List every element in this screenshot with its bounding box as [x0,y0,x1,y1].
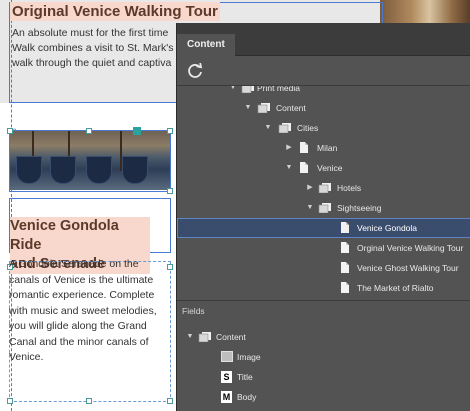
tree-row[interactable]: ▶ Milan [177,138,470,158]
resize-handle[interactable] [7,128,13,134]
content-tree[interactable]: ▼ Print media ▼ Content ▼ Cities ▶ Milan… [177,86,470,299]
tree-row[interactable]: ▼ Venice [177,158,470,178]
image-field-icon [221,351,233,362]
tree-item-label: Cities [297,123,319,133]
resize-handle[interactable] [167,128,173,134]
tree-item-label: Sightseeing [337,203,382,213]
field-label: Content [216,332,246,342]
tree-item-label: Print media [257,86,300,93]
body-text-line: A Gondola Serenade on the [9,258,139,270]
tree-row[interactable]: ▼ Cities [177,118,470,138]
document-icon [341,262,349,273]
field-row[interactable]: ▼ Content [177,327,470,347]
fields-header: Fields [177,300,470,320]
body-text-line: with music and sweet melodies, [9,304,157,317]
body-text-line: romantic experience. Complete [9,289,155,301]
tree-row[interactable]: ▼ Print media [177,86,470,98]
tour-text-line: An absolute must for the first time [12,27,169,39]
expand-triangle-icon[interactable]: ▼ [263,118,273,138]
tree-row[interactable]: Venice Ghost Walking Tour [177,258,470,278]
body-text-line: Venice. [9,351,44,363]
image-frame-outline[interactable] [9,130,171,192]
tree-item-label: Milan [317,143,338,153]
tree-item-label: Venice Ghost Walking Tour [357,263,459,273]
panel-tab-bar: Content [177,23,470,56]
tree-item-label: The Market of Rialto [357,283,434,293]
tree-item-label: Venice Gondola [357,223,418,233]
document-icon [341,282,349,293]
tree-row[interactable]: ▼ Content [177,98,470,118]
folder-icon [278,123,291,133]
expand-triangle-icon[interactable]: ▼ [228,86,238,98]
field-label: Body [237,392,257,402]
tree-row[interactable]: Orginal Venice Walking Tour [177,238,470,258]
document-icon [341,222,349,233]
resize-handle[interactable] [7,398,13,404]
field-row[interactable]: Image [177,347,470,367]
folder-icon [198,332,211,342]
collapse-triangle-icon[interactable]: ▶ [284,138,294,158]
field-row[interactable]: S Title [177,367,470,387]
collapse-triangle-icon[interactable]: ▶ [305,178,315,198]
field-label: Title [237,372,253,382]
tree-row[interactable]: ▶ Hotels [177,178,470,198]
tree-item-label: Content [276,103,306,113]
gondola-title-line: Venice Gondola Ride [10,218,119,253]
tour-text-line: Walk combines a visit to St. Mark's [12,42,174,54]
resize-handle[interactable] [167,398,173,404]
content-grabber-handle[interactable] [133,127,141,135]
refresh-button[interactable] [186,62,204,80]
expand-triangle-icon[interactable]: ▼ [243,98,253,118]
tree-row[interactable]: ▼ Sightseeing [177,198,470,218]
folder-icon [257,103,270,113]
folder-icon [241,86,254,93]
top-right-photo [380,0,470,24]
content-panel: Content ▼ Print media ▼ Content ▼ Cities [176,23,470,411]
gondola-body-text[interactable]: A Gondola Serenade on the canals of Veni… [9,257,169,366]
document-icon [341,242,349,253]
body-text-line: Canal and the minor canals of [9,335,149,348]
field-label: Image [237,352,261,362]
single-line-field-icon: S [221,371,232,383]
refresh-icon [188,62,203,78]
document-icon [300,142,308,153]
expand-triangle-icon[interactable]: ▼ [305,198,315,218]
resize-handle[interactable] [167,188,173,194]
tree-row-selected[interactable]: Venice Gondola [177,218,470,238]
field-row[interactable]: M Body [177,387,470,407]
resize-handle[interactable] [86,128,92,134]
folder-icon [318,203,331,213]
tree-item-label: Orginal Venice Walking Tour [357,243,464,253]
tour-text-line: walk through the quiet and captiva [12,57,172,69]
multi-line-field-icon: M [221,391,232,403]
panel-toolbar [177,56,470,86]
expand-triangle-icon[interactable]: ▼ [284,158,294,178]
tree-item-label: Hotels [337,183,362,193]
document-icon [300,162,308,173]
folder-icon [318,183,331,193]
tree-row[interactable]: The Market of Rialto [177,278,470,298]
expand-triangle-icon[interactable]: ▼ [185,327,195,347]
body-text-line: you will glide along the Grand [9,320,147,332]
tour-text[interactable]: An absolute must for the first time Walk… [12,26,178,71]
body-text-line: canals of Venice is the ultimate [9,273,154,286]
tree-item-label: Venice [317,163,343,173]
tour-title[interactable]: Original Venice Walking Tour [10,2,220,21]
resize-handle[interactable] [86,398,92,404]
tab-content[interactable]: Content [177,34,235,56]
